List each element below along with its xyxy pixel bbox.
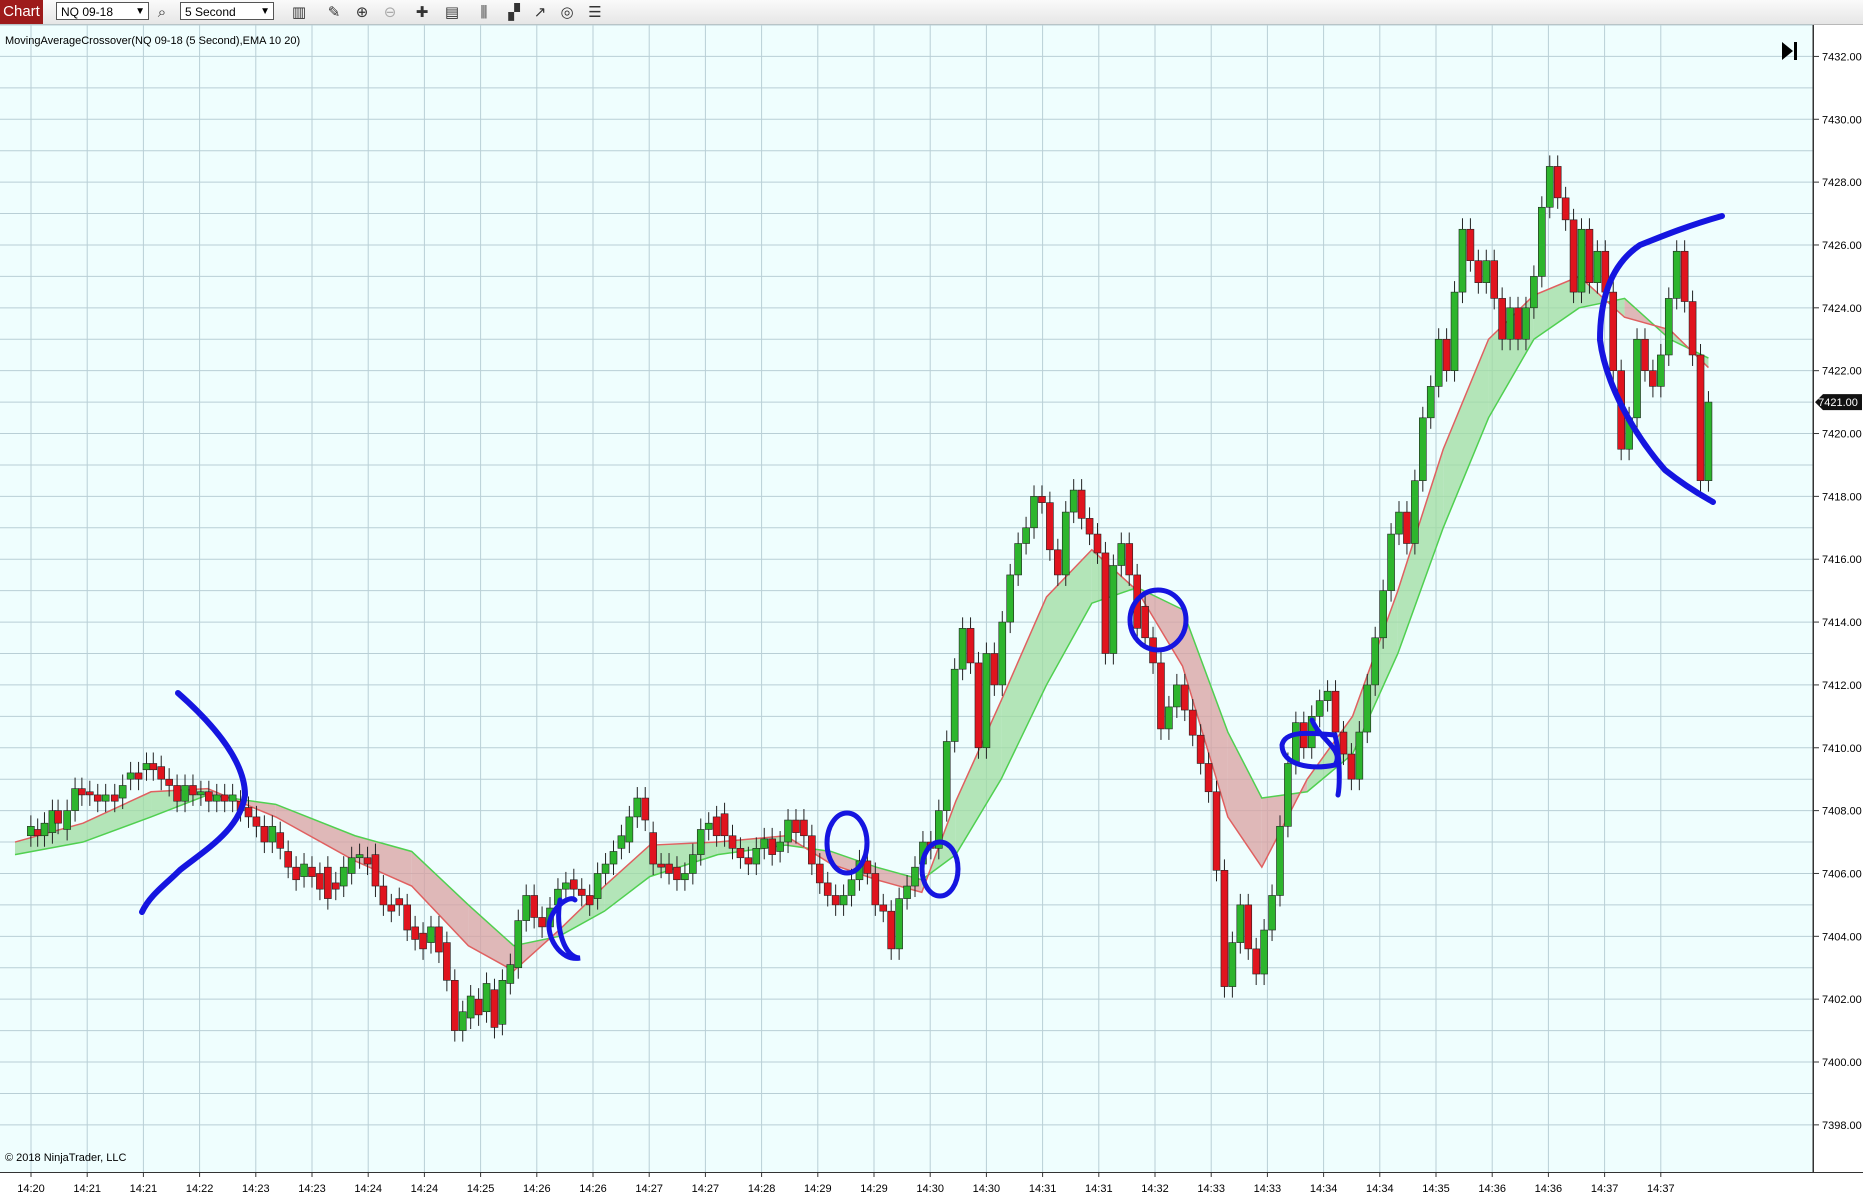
crosshair-icon[interactable]: ✚ [412,2,432,22]
chart-tab[interactable]: Chart [0,0,43,24]
properties-icon[interactable]: ▤ [442,2,462,22]
strategies-icon[interactable]: ▞ [504,2,524,22]
zoom-out-icon[interactable]: ⊖ [380,2,400,22]
chart-plot-area[interactable] [0,25,1814,1172]
bars-icon[interactable]: ⫼ [474,2,494,22]
time-axis-panel[interactable] [0,1172,1863,1201]
indicator-label: MovingAverageCrossover(NQ 09-18 (5 Secon… [5,35,301,47]
interval-selector[interactable]: 5 Second ▼ [180,2,274,20]
pencil-icon[interactable]: ✎ [324,2,344,22]
chart-toolbar: Chart NQ 09-18 ▼ ⌕ 5 Second ▼ ▥ ✎ ⊕ ⊖ ✚ … [0,0,1863,25]
instrument-selector[interactable]: NQ 09-18 ▼ [56,2,149,20]
price-axis-panel[interactable] [1814,25,1863,1172]
interval-value: 5 Second [185,5,236,19]
chevron-down-icon: ▼ [135,6,145,17]
chevron-down-icon: ▼ [260,6,270,17]
scroll-to-end-icon[interactable] [1780,40,1798,62]
indicator-icon[interactable]: ◎ [557,2,577,22]
drawing-tools-icon[interactable]: ↗ [530,2,550,22]
bar-style-icon[interactable]: ▥ [289,2,309,22]
instrument-value: NQ 09-18 [61,5,114,19]
search-icon[interactable]: ⌕ [152,2,172,22]
list-icon[interactable]: ☰ [585,2,605,22]
zoom-in-icon[interactable]: ⊕ [352,2,372,22]
copyright-text: © 2018 NinjaTrader, LLC [5,1152,127,1164]
